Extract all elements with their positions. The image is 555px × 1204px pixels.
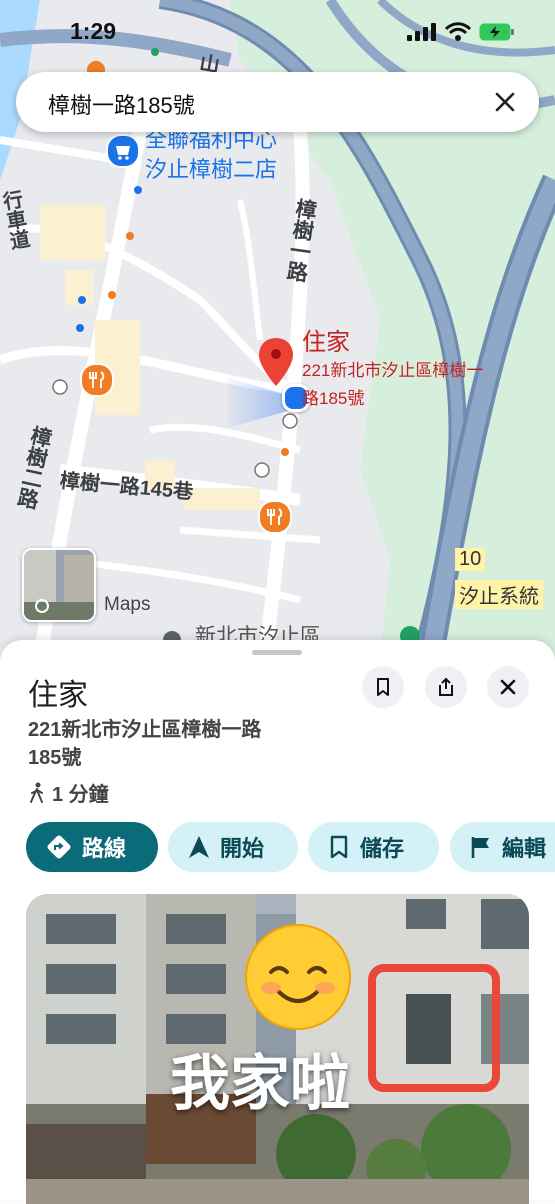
wifi-icon <box>445 22 471 41</box>
pin-title: 住家 <box>302 329 350 356</box>
directions-icon <box>47 835 71 859</box>
place-title: 住家 <box>28 679 88 712</box>
photo-overlay-text: 我家啦 <box>170 1050 350 1117</box>
directions-label: 路線 <box>82 836 127 861</box>
flag-icon <box>471 837 489 858</box>
address-line2: 185號 <box>28 747 82 769</box>
share-button[interactable] <box>425 666 467 708</box>
edit-label: 編輯 <box>502 836 547 861</box>
bookmark-icon <box>330 835 348 859</box>
signal-icon <box>407 23 436 41</box>
smiling-face-icon <box>243 922 353 1032</box>
place-address: 221新北市汐止區樟樹一路 185號 <box>28 716 328 772</box>
save-bookmark-button[interactable] <box>362 666 404 708</box>
map-label-interchange-name: 汐止系統 <box>455 580 543 609</box>
edit-button[interactable]: 編輯 <box>450 822 555 872</box>
pin-address-line1: 221新北市汐止區樟樹一 <box>302 361 484 380</box>
place-sheet[interactable]: 住家 221新北市汐止區樟樹一路 185號 1 分鐘 路線 開始 儲存 編輯 我… <box>0 640 555 1204</box>
close-icon <box>500 679 516 695</box>
save-label: 儲存 <box>360 836 405 861</box>
bookmark-icon <box>377 678 389 696</box>
address-line1: 221新北市汐止區樟樹一路 <box>28 719 262 741</box>
close-sheet-button[interactable] <box>487 666 529 708</box>
walking-icon <box>30 782 43 803</box>
pin-address-line2: 路185號 <box>302 389 365 408</box>
sheet-drag-handle[interactable] <box>252 650 302 655</box>
close-icon[interactable] <box>489 86 521 118</box>
navigation-arrow-icon <box>189 836 209 858</box>
start-label: 開始 <box>220 836 265 861</box>
street-view-thumbnail[interactable] <box>22 548 96 622</box>
share-icon <box>439 677 453 696</box>
search-query[interactable]: 樟樹一路185號 <box>48 88 195 120</box>
battery-charging-icon <box>479 23 514 41</box>
store-icon[interactable] <box>106 134 140 168</box>
walk-time: 1 分鐘 <box>28 778 109 807</box>
restaurant-icon[interactable] <box>258 500 292 534</box>
save-button[interactable]: 儲存 <box>308 822 439 872</box>
status-bar: 1:29 <box>0 0 555 60</box>
restaurant-icon[interactable] <box>80 363 114 397</box>
walk-time-label: 1 分鐘 <box>52 784 109 806</box>
map-label-interchange-num: 10 <box>455 548 486 571</box>
status-time: 1:29 <box>70 18 117 44</box>
start-button[interactable]: 開始 <box>168 822 298 872</box>
map-label-store-line2: 汐止樟樹二店 <box>145 157 278 182</box>
directions-button[interactable]: 路線 <box>26 822 158 872</box>
search-bar[interactable]: 樟樹一路185號 <box>16 72 539 132</box>
maps-brand: Maps <box>104 594 151 615</box>
